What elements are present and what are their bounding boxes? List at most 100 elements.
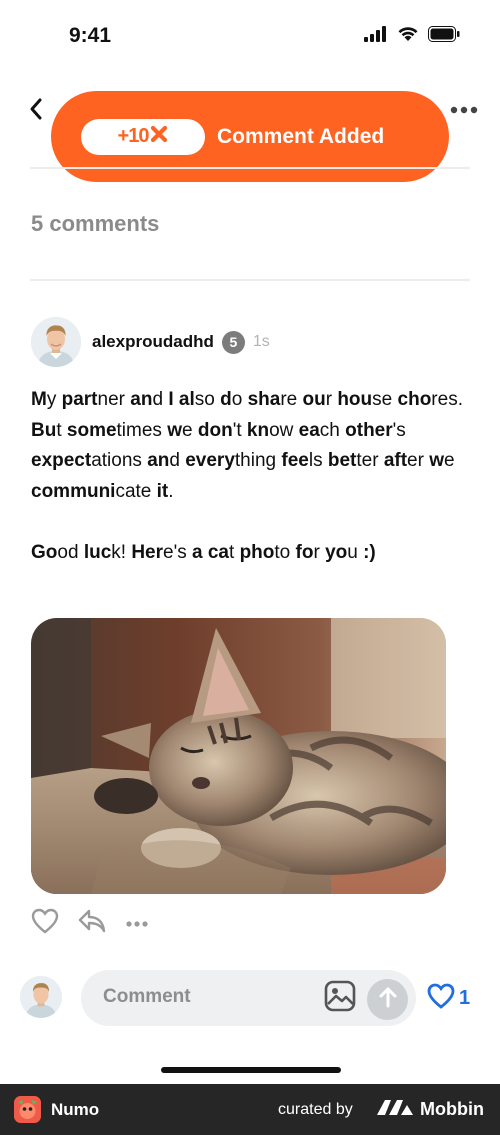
more-actions-button[interactable] — [125, 915, 149, 933]
comment-text-segment: d — [152, 389, 169, 410]
author-name[interactable]: alexproudadhd — [92, 332, 214, 352]
comment-text-segment: . — [168, 480, 174, 502]
comment-text-segment: other — [345, 419, 393, 441]
status-icons — [364, 26, 460, 47]
curated-by-label: curated by — [278, 1101, 353, 1118]
comment-text-segment: se — [372, 389, 398, 410]
comments-count: 5 comments — [31, 211, 160, 236]
comment-paragraph: Good luck! Here's a cat photo for you :) — [31, 538, 471, 569]
comment-text-segment: :) — [363, 542, 376, 563]
back-button[interactable] — [22, 96, 50, 126]
app-name: Numo — [51, 1100, 100, 1119]
comment-text-segment: k! — [111, 542, 132, 563]
comment-text-segment: cho — [397, 389, 432, 410]
app-logo-icon — [14, 1096, 41, 1123]
comment-text-segment: thing — [234, 450, 282, 471]
comment-text-segment: I — [168, 389, 179, 410]
x-mark-icon — [150, 125, 168, 148]
comment-text-segment: r — [313, 542, 326, 563]
comment-text-segment: ou — [302, 389, 326, 410]
attribution-footer: Numo curated by Mobbin — [0, 1084, 500, 1135]
comment-text-segment: res. — [431, 389, 463, 410]
like-count: 1 — [459, 987, 471, 1009]
heart-icon — [31, 908, 59, 939]
comment-text-segment: some — [66, 419, 117, 441]
wifi-icon — [397, 26, 419, 47]
comment-text-segment: M — [31, 389, 47, 410]
level-badge: 5 — [221, 330, 245, 354]
comment-text-segment: re — [280, 389, 303, 410]
home-indicator — [161, 1067, 341, 1073]
comment-text-segment: r — [325, 389, 338, 410]
comment-text-segment: hou — [337, 389, 373, 410]
comment-paragraph: My partner and I also do share our house… — [31, 385, 471, 507]
avatar[interactable] — [31, 317, 81, 367]
comment-text-segment: communi — [31, 480, 116, 502]
comment-text-segment: Her — [131, 542, 164, 563]
comment-text-segment: al — [178, 389, 195, 410]
comment-text-segment: ls — [308, 450, 328, 471]
comment-text-segment: expect — [31, 450, 92, 471]
comment-text-segment: u — [347, 542, 364, 563]
post-like-button[interactable]: 1 — [427, 983, 470, 1014]
comment-text-segment: aft — [383, 450, 408, 471]
comment-text-segment: yo — [325, 542, 348, 563]
image-icon — [324, 980, 356, 1017]
toast-message: Comment Added — [217, 124, 385, 148]
comment-text-segment: it — [156, 480, 169, 502]
header-divider — [30, 167, 470, 169]
heart-icon — [427, 983, 455, 1014]
battery-icon — [428, 26, 460, 47]
comment-text-segment: er — [407, 450, 430, 471]
mobbin-brand: Mobbin — [376, 1098, 484, 1121]
comment-text-segment: ea — [298, 419, 320, 441]
comment-photo[interactable] — [31, 618, 446, 894]
comment-text-segment: e's — [163, 542, 192, 563]
comment-text-segment: e — [182, 419, 198, 441]
comment-text-segment: w — [167, 419, 182, 441]
comment-body: My partner and I also do share our house… — [31, 385, 471, 569]
arrow-up-icon — [378, 986, 398, 1013]
comment-text-segment: fo — [295, 542, 314, 563]
mobbin-logo-icon — [376, 1098, 414, 1121]
comment-actions — [31, 908, 149, 939]
comment-text-segment: 't — [232, 419, 247, 441]
comment-author-row: alexproudadhd 5 1s — [31, 317, 270, 367]
reply-button[interactable] — [77, 908, 107, 939]
comment-text-segment: so — [194, 389, 221, 410]
comment-text-segment: kn — [246, 419, 270, 441]
points-badge: +10 — [81, 118, 205, 155]
comment-text-segment: t — [56, 419, 67, 441]
comment-text-segment: ner — [97, 389, 131, 410]
comment-text-segment: ter — [356, 450, 384, 471]
comment-text-segment: ch — [319, 419, 346, 441]
comment-placeholder: Comment — [103, 986, 191, 1007]
comment-text-segment: pho — [239, 542, 275, 563]
more-horizontal-icon — [450, 101, 478, 119]
like-button[interactable] — [31, 908, 59, 939]
send-button[interactable] — [367, 979, 408, 1020]
comment-text-segment: luc — [83, 542, 112, 563]
more-options-button[interactable] — [448, 98, 480, 122]
comments-divider — [30, 279, 470, 281]
comment-text-segment: don — [197, 419, 233, 441]
comment-text-segment: d — [220, 389, 232, 410]
attach-image-button[interactable] — [322, 980, 358, 1016]
status-time: 9:41 — [69, 24, 112, 47]
comment-text-segment: sha — [247, 389, 281, 410]
points-badge-text: +10 — [117, 125, 150, 147]
cellular-signal-icon — [364, 26, 388, 47]
comment-text-segment: an — [147, 450, 170, 471]
comment-text-segment: cate — [115, 480, 157, 502]
comment-text-segment: Bu — [31, 419, 57, 441]
comment-text-segment: ow — [269, 419, 299, 441]
comment-text-segment: fee — [281, 450, 309, 471]
comment-text-segment: Go — [31, 542, 58, 563]
comment-composer: Comment 1 — [0, 962, 500, 1038]
comment-text-segment: part — [61, 389, 98, 410]
chevron-left-icon — [28, 97, 44, 126]
comment-text-segment: d — [169, 450, 186, 471]
comment-text-segment: y — [46, 389, 62, 410]
current-user-avatar — [20, 976, 62, 1018]
